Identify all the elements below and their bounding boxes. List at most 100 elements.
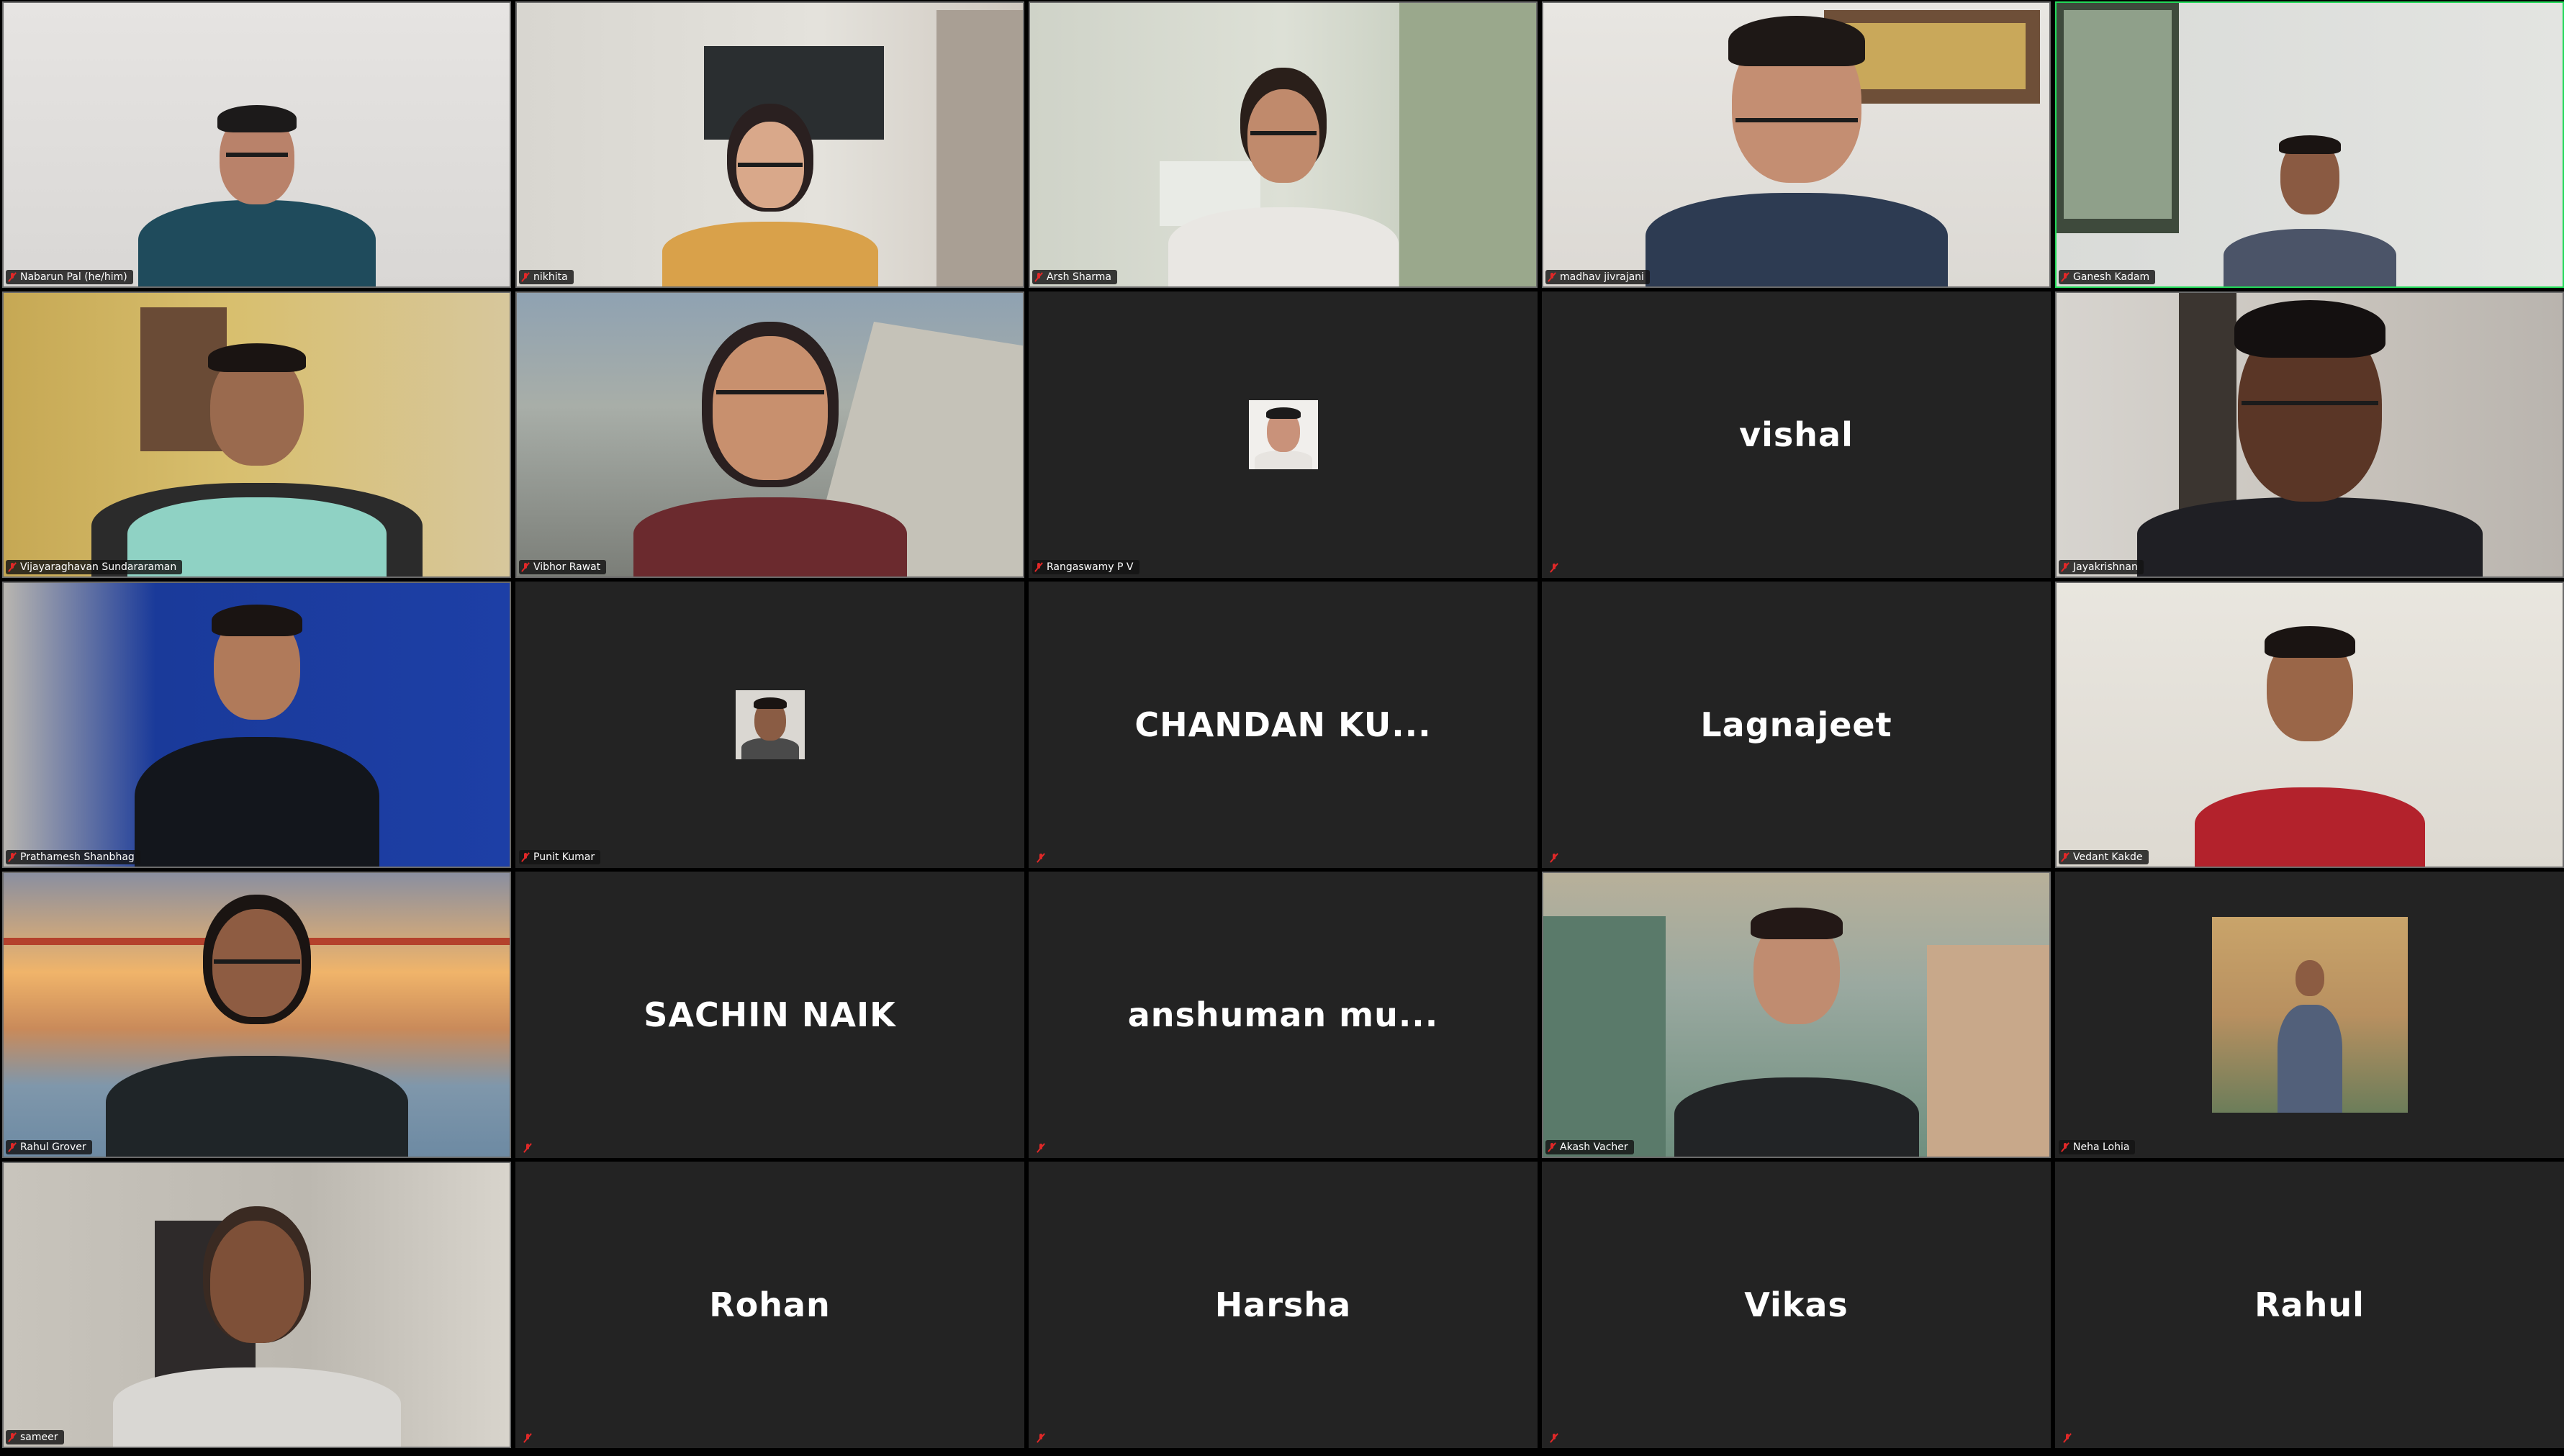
participant-tile[interactable]: Vibhor Rawat	[515, 291, 1024, 578]
mic-muted-icon	[1550, 563, 1558, 573]
participant-tile[interactable]: Vedant Kakde	[2055, 582, 2564, 868]
participant-name-label: Vijayaraghavan Sundararaman	[6, 560, 183, 574]
participant-tile[interactable]: sameer	[2, 1162, 511, 1448]
mic-muted-icon	[522, 852, 529, 862]
participant-display-name: CHANDAN KU...	[1134, 705, 1432, 744]
wall-frame-art	[1838, 23, 2026, 89]
participant-name-label: Neha Lohia	[2059, 1140, 2136, 1154]
participant-name-label: Ganesh Kadam	[2059, 270, 2156, 284]
participant-display-name: Rahul	[2254, 1285, 2365, 1324]
participant-name: Punit Kumar	[533, 851, 595, 863]
participant-name: Neha Lohia	[2073, 1141, 2130, 1153]
participant-name-label: Akash Vacher	[1545, 1140, 1634, 1154]
gallery-view: Nabarun Pal (he/him) nikhita Arsh Sharma…	[0, 0, 2564, 1456]
mic-muted-icon	[524, 1143, 531, 1153]
participant-display-name: anshuman mu...	[1127, 995, 1439, 1034]
participant-name-label: Punit Kumar	[519, 850, 601, 864]
mic-muted-icon	[1035, 272, 1042, 282]
participant-name: Vibhor Rawat	[533, 561, 601, 573]
participant-tile[interactable]: Vijayaraghavan Sundararaman	[2, 291, 511, 578]
mic-muted-icon	[1037, 1143, 1044, 1153]
video-feed	[1030, 3, 1536, 286]
participant-tile[interactable]: nikhita	[515, 1, 1024, 288]
mic-muted-icon	[2064, 1433, 2071, 1443]
mic-muted-icon	[1037, 853, 1044, 863]
mic-muted-icon	[1548, 1142, 1556, 1152]
mic-muted-icon	[2062, 562, 2069, 572]
participant-tile[interactable]: Punit Kumar	[515, 582, 1024, 868]
participant-tile[interactable]: Prathamesh Shanbhag	[2, 582, 511, 868]
participant-name-label: sameer	[6, 1430, 64, 1444]
participant-name-label: Nabarun Pal (he/him)	[6, 270, 133, 284]
mic-muted-icon	[2062, 1142, 2069, 1152]
participant-tile[interactable]: Rohan	[515, 1162, 1024, 1448]
video-feed	[1543, 873, 2049, 1157]
building-right	[1927, 945, 2049, 1157]
video-feed	[4, 583, 510, 867]
participant-tile[interactable]: Lagnajeet	[1542, 582, 2051, 868]
participant-name: nikhita	[533, 271, 568, 283]
mic-muted-icon	[9, 562, 16, 572]
door	[936, 10, 1023, 286]
participant-tile[interactable]: SACHIN NAIK	[515, 872, 1024, 1158]
participant-name-label: nikhita	[519, 270, 574, 284]
participant-display-name: Rohan	[709, 1285, 831, 1324]
participant-tile[interactable]: Harsha	[1029, 1162, 1538, 1448]
video-feed	[2057, 583, 2563, 867]
participant-tile[interactable]: CHANDAN KU...	[1029, 582, 1538, 868]
participant-name: Vedant Kakde	[2073, 851, 2143, 863]
participant-name: Prathamesh Shanbhag	[20, 851, 135, 863]
video-feed	[4, 1163, 510, 1447]
video-feed	[517, 293, 1023, 576]
mic-muted-icon	[522, 562, 529, 572]
participant-tile[interactable]: Arsh Sharma	[1029, 1, 1538, 288]
participant-name: Akash Vacher	[1560, 1141, 1628, 1153]
video-feed	[4, 3, 510, 286]
profile-picture	[735, 690, 805, 759]
participant-display-name: Vikas	[1744, 1285, 1848, 1324]
mic-muted-icon	[9, 272, 16, 282]
participant-name-label: Jayakrishnan	[2059, 560, 2144, 574]
video-feed	[4, 293, 510, 576]
participant-name-label: Vedant Kakde	[2059, 850, 2149, 864]
participant-display-name: SACHIN NAIK	[644, 995, 896, 1034]
profile-picture	[2211, 917, 2408, 1113]
participant-tile-active-speaker[interactable]: Ganesh Kadam	[2055, 1, 2564, 288]
profile-picture	[1248, 400, 1318, 469]
video-feed	[2057, 293, 2563, 576]
participant-tile[interactable]: Jayakrishnan	[2055, 291, 2564, 578]
participant-name: Arsh Sharma	[1047, 271, 1112, 283]
participant-tile[interactable]: Neha Lohia	[2055, 872, 2564, 1158]
video-feed	[517, 3, 1023, 286]
participant-name-label: madhav jivrajani	[1545, 270, 1650, 284]
mic-muted-icon	[2062, 272, 2069, 282]
participant-name: Ganesh Kadam	[2073, 271, 2150, 283]
participant-name: Rahul Grover	[20, 1141, 86, 1153]
participant-tile[interactable]: Rangaswamy P V	[1029, 291, 1538, 578]
participant-name: madhav jivrajani	[1560, 271, 1644, 283]
mic-muted-icon	[1550, 1433, 1558, 1443]
participant-tile[interactable]: Rahul Grover	[2, 872, 511, 1158]
participant-tile[interactable]: madhav jivrajani	[1542, 1, 2051, 288]
participant-display-name: vishal	[1739, 415, 1854, 454]
participant-tile[interactable]: anshuman mu...	[1029, 872, 1538, 1158]
video-feed	[1543, 3, 2049, 286]
participant-tile[interactable]: Akash Vacher	[1542, 872, 2051, 1158]
video-feed	[4, 873, 510, 1157]
participant-name: Rangaswamy P V	[1047, 561, 1134, 573]
participant-name-label: Arsh Sharma	[1032, 270, 1118, 284]
participant-tile[interactable]: vishal	[1542, 291, 2051, 578]
participant-tile[interactable]: Rahul	[2055, 1162, 2564, 1448]
shelf	[1399, 3, 1536, 286]
window-view	[2064, 10, 2172, 219]
participant-tile[interactable]: Vikas	[1542, 1162, 2051, 1448]
participant-name: Vijayaraghavan Sundararaman	[20, 561, 177, 573]
mic-muted-icon	[1548, 272, 1556, 282]
mic-muted-icon	[522, 272, 529, 282]
participant-name: Jayakrishnan	[2073, 561, 2138, 573]
mic-muted-icon	[1550, 853, 1558, 863]
participant-name-label: Rangaswamy P V	[1032, 560, 1139, 574]
participant-display-name: Lagnajeet	[1700, 705, 1892, 744]
participant-tile[interactable]: Nabarun Pal (he/him)	[2, 1, 511, 288]
mic-muted-icon	[2062, 852, 2069, 862]
